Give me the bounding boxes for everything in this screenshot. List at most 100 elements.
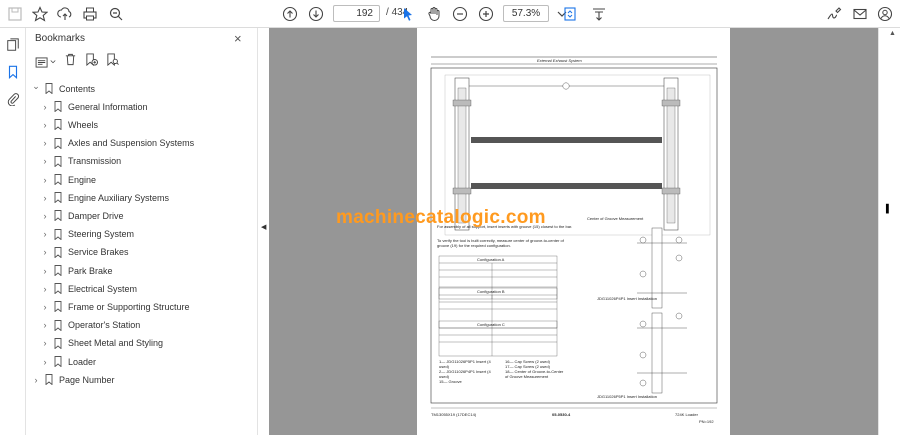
bookmark-icon <box>54 119 62 131</box>
chevron-right-icon[interactable]: › <box>39 302 51 312</box>
scroll-up-icon[interactable]: ▲ <box>889 30 896 37</box>
bookmark-item[interactable]: › Damper Drive <box>39 207 124 224</box>
print-icon[interactable] <box>80 4 100 24</box>
bookmark-label: Park Brake <box>68 265 113 276</box>
chevron-right-icon[interactable]: › <box>39 193 51 203</box>
footer-page: PN=192 <box>699 419 714 424</box>
bookmark-item[interactable]: › Electrical System <box>39 280 137 297</box>
search-zoom-icon[interactable] <box>106 4 126 24</box>
document-viewer[interactable]: External Exhaust System Center of Groove… <box>269 28 878 435</box>
bookmark-item[interactable]: › Park Brake <box>39 262 113 279</box>
chevron-right-icon[interactable]: › <box>30 375 42 385</box>
bookmark-icon <box>45 83 53 94</box>
scroll-mode-icon[interactable] <box>589 4 609 24</box>
chevron-right-icon[interactable]: › <box>39 247 51 257</box>
chevron-right-icon[interactable]: › <box>39 320 51 330</box>
page-header: External Exhaust System <box>537 58 582 63</box>
bookmark-item[interactable]: › Steering System <box>39 226 134 243</box>
bookmark-item[interactable]: › General Information <box>39 98 148 115</box>
email-icon[interactable] <box>850 4 870 24</box>
bookmark-item[interactable]: › Engine Auxiliary Systems <box>39 189 169 206</box>
bookmark-label: Transmission <box>68 156 122 167</box>
chevron-down-icon[interactable]: ⌄ <box>30 81 42 92</box>
config-c: Configuration C <box>477 322 505 327</box>
bookmark-item[interactable]: › Operator's Station <box>39 317 140 334</box>
legend-left: 1— JDG11026P5P1 Insert (4 used) 2— JDG11… <box>439 359 491 384</box>
bookmark-item[interactable]: › Axles and Suspension Systems <box>39 135 194 152</box>
right-collapse-button[interactable]: ▐ <box>878 28 900 435</box>
add-bookmark-icon[interactable] <box>85 53 98 71</box>
bookmark-item[interactable]: › Wheels <box>39 116 98 133</box>
fit-page-icon[interactable] <box>560 4 580 24</box>
find-bookmark-icon[interactable] <box>106 53 119 71</box>
chevron-right-icon[interactable]: › <box>39 138 51 148</box>
bookmark-icon <box>54 246 62 258</box>
chevron-right-icon[interactable]: › <box>39 211 51 221</box>
bookmark-icon <box>54 265 62 276</box>
page-number-input[interactable]: 192 <box>333 5 380 22</box>
watermark: machinecatalogic.com <box>336 207 546 228</box>
bookmark-label: Damper Drive <box>68 210 124 221</box>
pages-thumbnail-icon[interactable] <box>4 36 22 54</box>
bookmarks-icon[interactable] <box>4 63 22 81</box>
page-up-icon[interactable] <box>280 4 300 24</box>
toolbar: 192 / 434 57.3% <box>0 0 900 28</box>
bookmark-item[interactable]: ⌄ Contents <box>30 80 95 97</box>
bookmark-icon <box>54 174 62 185</box>
bookmark-icon <box>54 192 62 204</box>
attachments-icon[interactable] <box>4 90 22 108</box>
bookmark-item[interactable]: › Loader <box>39 353 96 370</box>
footer-center: 05-0530-4 <box>552 412 571 417</box>
footer-right: 724K Loader <box>675 412 698 417</box>
bookmark-item[interactable]: › Page Number <box>30 371 115 388</box>
config-b: Configuration B <box>477 289 505 294</box>
chevron-right-icon[interactable]: › <box>39 266 51 276</box>
bookmark-item[interactable]: › Engine <box>39 171 96 188</box>
bookmark-icon <box>54 101 62 113</box>
bookmark-label: Loader <box>68 356 97 367</box>
bookmark-tools <box>35 53 119 71</box>
bookmark-item[interactable]: › Service Brakes <box>39 244 129 261</box>
bookmark-icon <box>54 228 62 240</box>
bookmark-icon <box>54 301 62 313</box>
star-icon[interactable] <box>30 4 50 24</box>
sign-icon[interactable] <box>824 4 844 24</box>
bookmark-label: Service Brakes <box>68 247 129 258</box>
chevron-right-icon[interactable]: › <box>39 357 51 367</box>
page-separator-slash: / <box>386 7 389 18</box>
close-panel-button[interactable]: × <box>234 31 242 46</box>
chevron-right-icon[interactable]: › <box>39 284 51 294</box>
page-down-icon[interactable] <box>306 4 326 24</box>
select-cursor-icon[interactable] <box>398 4 418 24</box>
bookmark-label: General Information <box>68 101 148 112</box>
bookmark-label: Axles and Suspension Systems <box>68 138 195 149</box>
bookmark-icon <box>54 283 62 295</box>
bookmark-item[interactable]: › Frame or Supporting Structure <box>39 298 190 315</box>
zoom-in-icon[interactable] <box>476 4 496 24</box>
bookmark-label: Engine Auxiliary Systems <box>68 192 170 203</box>
bookmark-item[interactable]: › Sheet Metal and Styling <box>39 335 163 352</box>
bookmark-icon <box>54 137 62 149</box>
pdf-page: External Exhaust System Center of Groove… <box>417 28 730 435</box>
chevron-right-icon[interactable]: › <box>39 156 51 166</box>
bookmark-label: Operator's Station <box>68 320 141 331</box>
delete-bookmark-icon[interactable] <box>64 53 77 71</box>
chevron-right-icon[interactable]: › <box>39 229 51 239</box>
options-menu-icon[interactable] <box>35 56 56 68</box>
chevron-right-icon[interactable]: › <box>39 175 51 185</box>
chevron-right-icon[interactable]: › <box>39 338 51 348</box>
bookmark-icon <box>54 319 62 331</box>
chevron-right-icon[interactable]: › <box>39 102 51 112</box>
zoom-out-icon[interactable] <box>450 4 470 24</box>
account-icon[interactable] <box>875 4 895 24</box>
upload-icon[interactable] <box>55 4 75 24</box>
panel-title: Bookmarks <box>35 33 86 44</box>
chevron-right-icon[interactable]: › <box>39 120 51 130</box>
bookmark-label: Frame or Supporting Structure <box>68 301 190 312</box>
zoom-level-input[interactable]: 57.3% <box>503 5 549 22</box>
bookmark-item[interactable]: › Transmission <box>39 153 121 170</box>
save-icon[interactable] <box>5 4 25 24</box>
collapse-panel-button[interactable]: ◀ <box>257 28 269 435</box>
hand-icon[interactable] <box>424 4 444 24</box>
para-2: To verify the tool is built correctly, m… <box>437 238 564 248</box>
